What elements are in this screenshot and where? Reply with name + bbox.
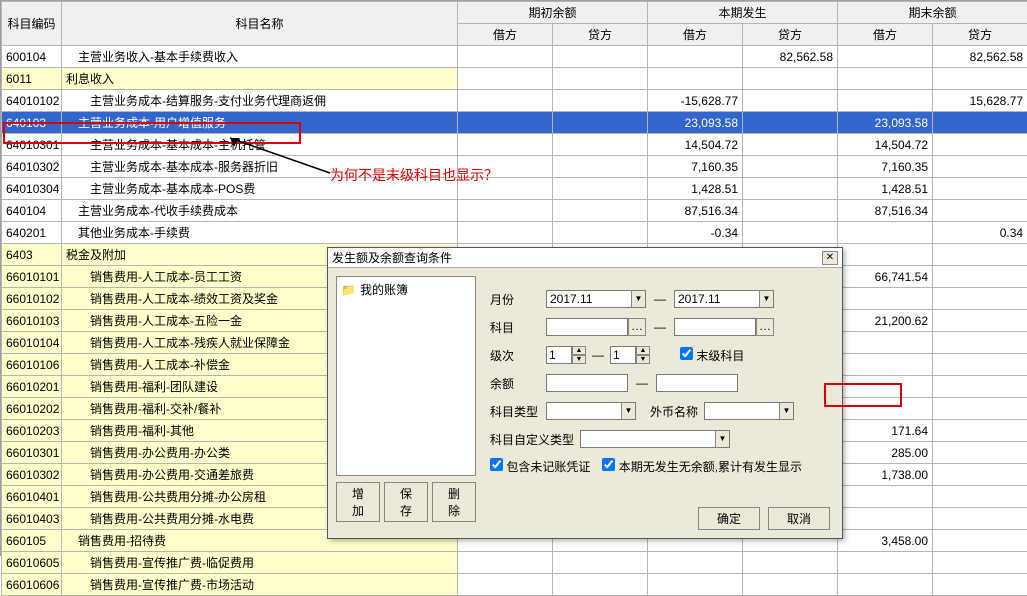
subject-from-picker[interactable]: … [628, 318, 646, 336]
table-row[interactable]: 64010301 主营业务成本-基本成本-主机托管14,504.7214,504… [2, 134, 1027, 156]
table-row[interactable]: 640104 主营业务成本-代收手续费成本87,516.3487,516.34 [2, 200, 1027, 222]
table-row[interactable]: 64010302 主营业务成本-基本成本-服务器折旧7,160.357,160.… [2, 156, 1027, 178]
query-dialog: 发生额及余额查询条件 ✕ 📁 我的账簿 增加 保存 删除 月份 2017.11▼ [327, 247, 843, 539]
table-row[interactable]: 640201 其他业务成本-手续费-0.340.34 [2, 222, 1027, 244]
subject-type-select[interactable]: ▼ [546, 402, 636, 420]
leaf-subject-checkbox[interactable] [680, 347, 693, 360]
include-unposted-checkbox[interactable] [490, 458, 503, 471]
col-opening: 期初余额 [458, 2, 648, 24]
month-from-select[interactable]: 2017.11▼ [546, 290, 646, 308]
add-button[interactable]: 增加 [336, 482, 380, 522]
table-row[interactable]: 66010605 销售费用-宣传推广费-临促费用 [2, 552, 1027, 574]
subject-to-picker[interactable]: … [756, 318, 774, 336]
no-current-checkbox[interactable] [602, 458, 615, 471]
month-to-select[interactable]: 2017.11▼ [674, 290, 774, 308]
table-row[interactable]: 600104 主营业务收入-基本手续费收入82,562.5882,562.58 [2, 46, 1027, 68]
subject-to-input[interactable] [674, 318, 756, 336]
currency-select[interactable]: ▼ [704, 402, 794, 420]
table-row[interactable]: 640103 主营业务成本-用户增值服务23,093.5823,093.58 [2, 112, 1027, 134]
table-row[interactable]: 64010102 主营业务成本-结算服务-支付业务代理商返佣-15,628.77… [2, 90, 1027, 112]
table-row[interactable]: 64010304 主营业务成本-基本成本-POS费1,428.511,428.5… [2, 178, 1027, 200]
delete-button[interactable]: 删除 [432, 482, 476, 522]
col-current: 本期发生 [648, 2, 838, 24]
ledger-tree[interactable]: 📁 我的账簿 [336, 276, 476, 476]
col-ending: 期末余额 [838, 2, 1027, 24]
balance-from-input[interactable] [546, 374, 628, 392]
subject-from-input[interactable] [546, 318, 628, 336]
level-to-spinner[interactable]: ▲▼ [610, 346, 650, 364]
dialog-title: 发生额及余额查询条件 [332, 249, 452, 266]
ok-button[interactable]: 确定 [698, 507, 760, 530]
col-name: 科目名称 [62, 2, 458, 46]
cancel-button[interactable]: 取消 [768, 507, 830, 530]
subject-custom-type-select[interactable]: ▼ [580, 430, 730, 448]
balance-to-input[interactable] [656, 374, 738, 392]
save-button[interactable]: 保存 [384, 482, 428, 522]
level-from-spinner[interactable]: ▲▼ [546, 346, 586, 364]
table-row[interactable]: 66010606 销售费用-宣传推广费-市场活动 [2, 574, 1027, 596]
close-icon[interactable]: ✕ [822, 251, 838, 265]
folder-icon: 📁 [341, 283, 356, 297]
col-code: 科目编码 [2, 2, 62, 46]
table-row[interactable]: 6011利息收入 [2, 68, 1027, 90]
